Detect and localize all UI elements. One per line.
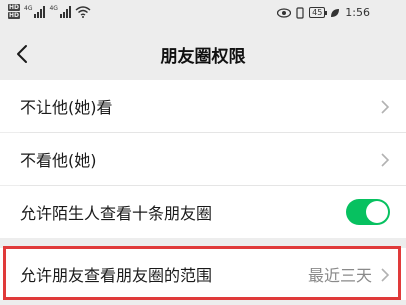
sim1-label: HD bbox=[8, 4, 21, 11]
nav-bar: 朋友圈权限 bbox=[0, 28, 406, 80]
toggle-knob bbox=[366, 201, 388, 223]
sim2-label: HD bbox=[8, 12, 21, 19]
network2-label: 4G bbox=[49, 4, 58, 12]
eye-icon bbox=[277, 7, 292, 18]
row-label: 不看他(她) bbox=[20, 151, 97, 170]
row-label: 不让他(她)看 bbox=[20, 98, 113, 117]
row-label: 允许陌生人查看十条朋友圈 bbox=[20, 204, 213, 223]
status-right: 45 1:56 bbox=[277, 6, 370, 19]
chevron-right-icon bbox=[381, 100, 390, 114]
network1-label: 4G bbox=[24, 4, 33, 12]
chevron-right-icon bbox=[381, 268, 390, 282]
vibrate-icon bbox=[296, 6, 304, 19]
row-friend-view-range[interactable]: 允许朋友查看朋友圈的范围 最近三天 bbox=[0, 248, 406, 300]
row-value: 最近三天 bbox=[307, 266, 372, 285]
row-stranger-view: 允许陌生人查看十条朋友圈 bbox=[0, 186, 406, 238]
leaf-icon bbox=[331, 8, 340, 17]
signal-icon: 4G bbox=[24, 4, 46, 18]
row-hide-from[interactable]: 不让他(她)看 bbox=[0, 80, 406, 132]
chevron-right-icon bbox=[381, 153, 390, 167]
status-left: HD HD 4G 4G bbox=[8, 4, 91, 19]
status-time: 1:56 bbox=[345, 6, 370, 19]
row-hide-their[interactable]: 不看他(她) bbox=[0, 133, 406, 185]
stranger-view-toggle[interactable] bbox=[346, 199, 390, 225]
page-title: 朋友圈权限 bbox=[160, 47, 246, 67]
row-label: 允许朋友查看朋友圈的范围 bbox=[20, 266, 213, 285]
status-bar: HD HD 4G 4G 45 1:56 bbox=[0, 0, 406, 28]
wifi-icon bbox=[75, 5, 91, 18]
signal-icon-2: 4G bbox=[49, 4, 71, 18]
battery-indicator: 45 bbox=[309, 7, 328, 18]
sim-indicator: HD HD bbox=[8, 4, 21, 19]
